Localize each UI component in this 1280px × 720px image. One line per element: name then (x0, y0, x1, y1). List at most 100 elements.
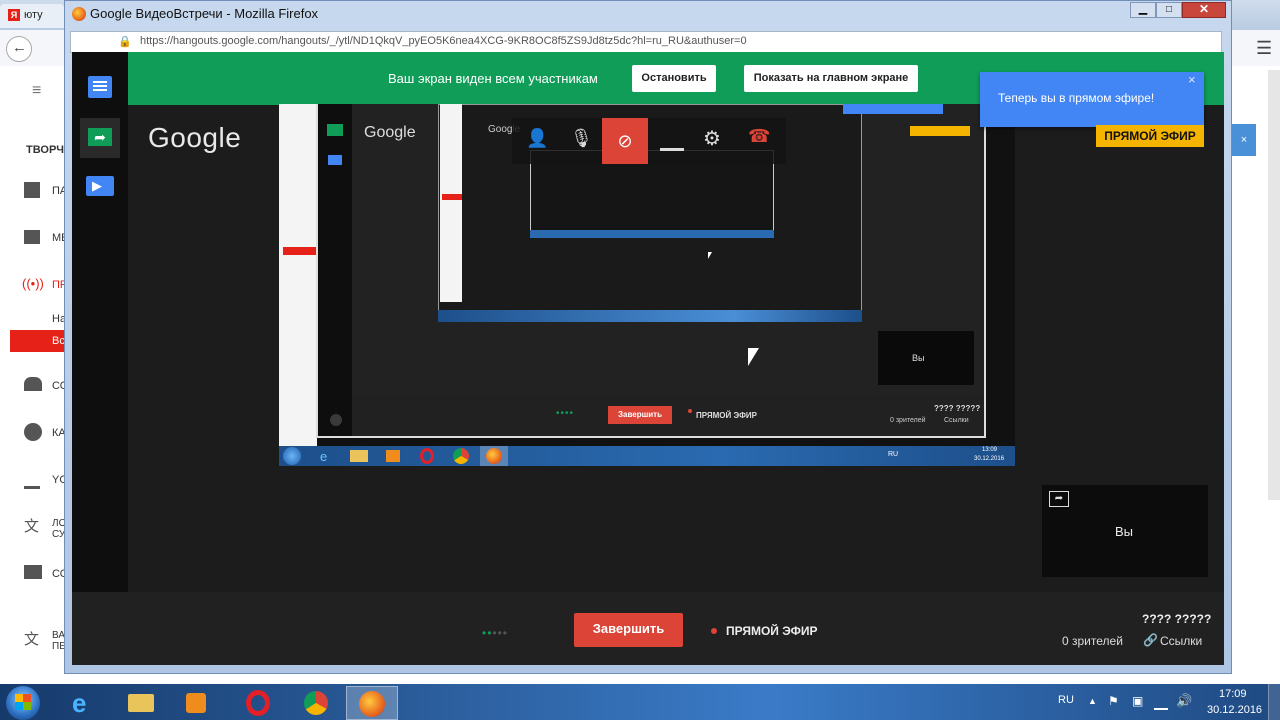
tray-language[interactable]: RU (1058, 694, 1074, 706)
mic-off-icon: 🎙 (570, 128, 593, 148)
translate-icon-2: 文 (24, 631, 40, 648)
show-on-main-screen-button[interactable]: Показать на главном экране (744, 65, 918, 92)
camera-off-icon: ⊘ (602, 118, 648, 164)
hangup-icon: ☎ (748, 126, 771, 146)
yandex-icon: Я (8, 9, 20, 21)
sidebar-item[interactable]: ЛО СУ (52, 518, 66, 540)
list-icon (24, 230, 40, 244)
shared-deep-taskbar (530, 230, 774, 238)
share-icon[interactable]: ➦ (1049, 491, 1069, 507)
firefox-icon (72, 7, 86, 21)
ie-icon: e (72, 688, 87, 718)
taskbar-opera[interactable] (238, 688, 278, 716)
shared-live-status: ПРЯМОЙ ЭФИР (696, 411, 757, 420)
add-person-icon: 👤 (526, 128, 549, 148)
media-player-icon (186, 693, 206, 713)
display-icon[interactable]: ▣ (1132, 694, 1143, 708)
shared-viewers: 0 зрителей (890, 417, 926, 424)
video-apps-button[interactable]: ▶ (86, 176, 114, 196)
notification-text: Теперь вы в прямом эфире! (998, 91, 1155, 105)
links-button[interactable]: Ссылки (1160, 634, 1202, 648)
broadcast-title: ???? ????? (1142, 612, 1212, 626)
shared-folder-icon (350, 450, 368, 462)
screenshare-button[interactable]: ➦ (80, 118, 120, 158)
google-logo: Google (148, 122, 242, 153)
taskbar-firefox[interactable] (346, 686, 398, 720)
cursor-small (708, 252, 712, 259)
shared-google-logo: Google (364, 124, 416, 141)
shared-tray-time: 13:09 (982, 447, 998, 453)
shared-title: ???? ????? (934, 404, 981, 413)
back-arrow-icon: ← (12, 39, 27, 56)
clock-time[interactable]: 17:09 (1219, 688, 1247, 700)
shared-firefox-icon (486, 448, 502, 464)
sidebar-item[interactable]: ВА ПЕ (52, 630, 66, 652)
banner-message: Ваш экран виден всем участникам (388, 71, 598, 86)
volume-icon[interactable]: 🔊 (1176, 693, 1192, 709)
channel-icon (24, 423, 42, 441)
live-badge: ПРЯМОЙ ЭФИР (1096, 125, 1204, 147)
taskbar-explorer[interactable] (120, 688, 160, 716)
back-button[interactable]: ← (6, 36, 32, 62)
firefox-taskbar-icon (359, 691, 385, 717)
signal-icon (660, 128, 684, 151)
folder-icon (128, 694, 154, 712)
youtube-sidebar (0, 66, 64, 684)
shared-call-toolbar (512, 118, 786, 164)
minimize-icon: ▁ (1138, 3, 1148, 15)
sidebar-item-active[interactable]: Вс (10, 330, 65, 352)
translate-icon: 文 (24, 518, 40, 535)
taskbar-media[interactable] (176, 688, 216, 716)
end-broadcast-button[interactable]: Завершить (574, 613, 683, 647)
close-icon: ✕ (1198, 2, 1210, 16)
shared-opera-icon (420, 448, 434, 464)
shared-screen-sidebar-active (283, 247, 317, 255)
taskbar-ie[interactable]: e (64, 688, 104, 718)
viewer-count: 0 зрителей (1062, 634, 1123, 648)
taskbar-chrome[interactable] (296, 688, 336, 716)
close-notification-icon[interactable]: × (1188, 72, 1196, 87)
sidebar-item-label: Вс (52, 335, 65, 347)
tray-expand-icon[interactable]: ▲ (1088, 696, 1097, 706)
close-window-button[interactable]: ✕ (1182, 2, 1226, 18)
live-notification: Теперь вы в прямом эфире! × (980, 72, 1204, 127)
video-camera-icon: ▶ (92, 178, 102, 193)
screenshare-icon: ➦ (88, 128, 112, 146)
video-icon (24, 565, 42, 579)
shared-chrome-icon (453, 448, 469, 464)
shared-help-icon (330, 414, 342, 426)
shared-firefox-task (480, 446, 508, 466)
shared-links: Ссылки (944, 417, 969, 424)
stop-sharing-button[interactable]: Остановить (632, 65, 716, 92)
maximize-button[interactable]: □ (1156, 2, 1182, 18)
shared-end-button: Завершить (608, 406, 672, 424)
start-button[interactable] (6, 686, 40, 720)
shared-media-icon (386, 450, 400, 462)
menu-icon[interactable]: ☰ (1256, 38, 1272, 59)
shared-video-icon (328, 155, 342, 165)
maximize-icon: □ (1165, 4, 1173, 15)
shared-nested-sidebar (440, 104, 462, 302)
shared-screen-rail (318, 104, 352, 436)
live-broadcast-icon: ((•)) (22, 276, 44, 291)
shared-ie-icon: e (320, 449, 328, 464)
network-icon[interactable] (1154, 696, 1168, 710)
shared-live-badge (910, 126, 970, 136)
action-center-icon[interactable]: ⚑ (1108, 694, 1119, 708)
minimize-button[interactable]: ▁ (1130, 2, 1156, 18)
windows-logo-icon (15, 694, 31, 710)
clock-date[interactable]: 30.12.2016 (1207, 704, 1262, 716)
shared-network-dots: •••• (556, 408, 575, 419)
chrome-icon (304, 691, 328, 715)
background-close-badge: × (1232, 124, 1256, 156)
show-desktop-button[interactable] (1268, 684, 1280, 720)
hamburger-icon[interactable]: ≡ (32, 82, 41, 100)
background-scrollbar[interactable] (1268, 70, 1280, 500)
shared-tray-date: 30.12.2016 (974, 456, 1005, 462)
shared-live-dot (688, 409, 692, 413)
chat-button[interactable] (88, 76, 112, 98)
shared-screenshare-icon (327, 124, 343, 136)
cursor (748, 348, 759, 366)
shared-nested-notification (843, 104, 943, 114)
background-tab[interactable]: Я юту (0, 4, 64, 28)
